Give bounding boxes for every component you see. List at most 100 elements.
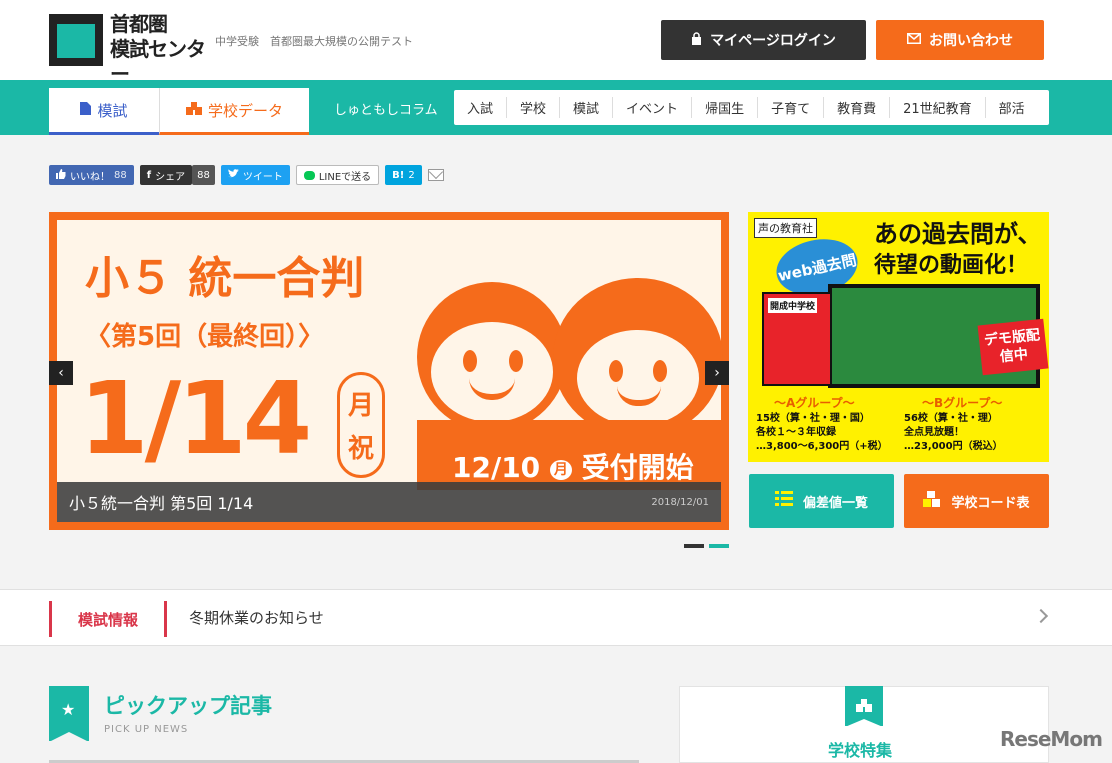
slider-dot-1[interactable] bbox=[684, 544, 704, 548]
ad-group-a-line3: …3,800～6,300円（+税） bbox=[756, 441, 888, 452]
facebook-like-button[interactable]: いいね！ 88 bbox=[49, 165, 134, 185]
boy-face-illustration bbox=[417, 282, 567, 432]
mypage-login-label: マイページログイン bbox=[710, 33, 836, 49]
hero-caption-date: 2018/12/01 bbox=[651, 496, 709, 508]
pickup-subtitle: PICK UP NEWS bbox=[104, 724, 189, 735]
list-icon bbox=[774, 491, 793, 511]
logo-line1: 首都圏 bbox=[110, 12, 168, 36]
hensachi-list-button[interactable]: 偏差値一覧 bbox=[749, 474, 894, 528]
hero-caption[interactable]: 小５統一合判 第5回 1/14 2018/12/01 bbox=[57, 482, 721, 522]
line-icon bbox=[303, 170, 315, 180]
logo-mark-inner bbox=[57, 24, 95, 58]
tweet-label: ツイート bbox=[242, 171, 283, 183]
slider-dot-2[interactable] bbox=[709, 544, 729, 548]
hero-slide[interactable]: 小５ 統一合判 〈第5回（最終回）〉 1/14 月 祝 12/10 月 受付開始… bbox=[49, 212, 729, 530]
ad-groups: ～Aグループ～ 15校（算・社・理・国） 各校１～３年収録 …3,800～6,3… bbox=[754, 394, 1044, 458]
hero-subtitle: 〈第5回（最終回）〉 bbox=[85, 322, 325, 352]
chevron-right-icon[interactable] bbox=[1033, 608, 1049, 624]
tweet-button[interactable]: ツイート bbox=[220, 165, 290, 185]
hero-caption-title: 小５統一合判 第5回 1/14 bbox=[69, 494, 254, 513]
girl-face-illustration bbox=[553, 278, 723, 438]
column-item-moshi[interactable]: 模試 bbox=[560, 97, 614, 118]
tab-moshi[interactable]: 模試 bbox=[49, 88, 159, 135]
news-ticker[interactable]: 模試情報 冬期休業のお知らせ bbox=[0, 589, 1112, 646]
school-code-label: 学校コード表 bbox=[951, 495, 1030, 511]
column-item-21st-education[interactable]: 21世紀教育 bbox=[890, 97, 986, 118]
reception-day: 月 bbox=[549, 460, 572, 480]
school-badge-icon bbox=[845, 686, 883, 727]
hero-reception: 12/10 月 受付開始 bbox=[452, 446, 694, 486]
tab-moshi-label: 模試 bbox=[97, 101, 128, 120]
line-label: LINEで送る bbox=[318, 171, 372, 183]
girl-left-eye bbox=[609, 360, 623, 382]
logo-mark[interactable] bbox=[49, 14, 103, 66]
column-item-bukatsu[interactable]: 部活 bbox=[986, 97, 1038, 118]
social-share-bar: いいね！ 88 f シェア 88 ツイート LINEで送る B! 2 bbox=[49, 165, 444, 185]
boy-right-eye bbox=[509, 350, 523, 372]
ad-group-b-line2: 全点見放題！ bbox=[904, 427, 964, 438]
main-nav: 模試 学校データ しゅともしコラム 入試 学校 模試 イベント 帰国生 子育て … bbox=[0, 80, 1112, 135]
column-menu: 入試 学校 模試 イベント 帰国生 子育て 教育費 21世紀教育 部活 bbox=[454, 90, 1049, 125]
hensachi-list-label: 偏差値一覧 bbox=[802, 495, 868, 511]
facebook-icon: f bbox=[146, 169, 152, 181]
pickup-title: ピックアップ記事 bbox=[104, 694, 272, 718]
tab-school-data[interactable]: 学校データ bbox=[159, 88, 309, 135]
column-label: しゅともしコラム bbox=[334, 103, 438, 118]
mypage-login-button[interactable]: マイページログイン bbox=[661, 20, 866, 60]
document-icon bbox=[80, 101, 92, 119]
ad-headline-2: 待望の動画化！ bbox=[874, 253, 1029, 278]
column-item-event[interactable]: イベント bbox=[613, 97, 693, 118]
girl-right-eye bbox=[653, 360, 667, 382]
lock-icon bbox=[691, 31, 702, 49]
hero-day-1: 月 bbox=[347, 391, 374, 421]
ad-group-b-line3: …23,000円（税込） bbox=[904, 441, 1003, 452]
ad-book-label: 開成中学校 bbox=[768, 298, 818, 313]
like-label: いいね！ bbox=[70, 171, 110, 183]
school-code-button[interactable]: 学校コード表 bbox=[904, 474, 1049, 528]
twitter-bird-icon bbox=[227, 169, 239, 181]
star-icon: ★ bbox=[61, 700, 76, 719]
share-label: シェア bbox=[155, 171, 186, 183]
logo-text[interactable]: 首都圏 模試センター bbox=[110, 12, 206, 87]
column-item-kikokusei[interactable]: 帰国生 bbox=[692, 97, 759, 118]
column-item-kyoikuhi[interactable]: 教育費 bbox=[824, 97, 891, 118]
thumbs-up-icon bbox=[56, 168, 66, 182]
column-item-kosodate[interactable]: 子育て bbox=[758, 97, 825, 118]
like-count: 88 bbox=[114, 169, 127, 181]
ad-group-a-title: ～Aグループ～ bbox=[774, 396, 855, 410]
slider-next-button[interactable]: › bbox=[705, 361, 729, 385]
line-send-button[interactable]: LINEで送る bbox=[295, 165, 380, 185]
advertisement-banner[interactable]: 声の教育社 web過去問 あの過去問が、 待望の動画化！ 開成中学校 デモ版配信… bbox=[748, 212, 1049, 462]
hero-date: 1/14 bbox=[79, 360, 312, 477]
share-count: 88 bbox=[192, 165, 215, 185]
ad-headline-1: あの過去問が、 bbox=[874, 220, 1042, 248]
tagline: 中学受験 首都圏最大規模の公開テスト bbox=[215, 35, 413, 48]
contact-button[interactable]: お問い合わせ bbox=[876, 20, 1044, 60]
resemom-watermark: ReseMom bbox=[1000, 727, 1103, 751]
hatena-bookmark-button[interactable]: B! 2 bbox=[385, 165, 422, 185]
star-badge-icon: ★ bbox=[49, 686, 89, 742]
site-header: 首都圏 模試センター 中学受験 首都圏最大規模の公開テスト マイページログイン … bbox=[0, 0, 1112, 86]
slider-pagination bbox=[684, 544, 729, 548]
news-headline[interactable]: 冬期休業のお知らせ bbox=[189, 607, 324, 628]
hatena-label: B! bbox=[392, 169, 405, 181]
reception-text: 受付開始 bbox=[581, 451, 694, 484]
column-item-gakko[interactable]: 学校 bbox=[507, 97, 561, 118]
hero-banner: 小５ 統一合判 〈第5回（最終回）〉 1/14 月 祝 12/10 月 受付開始 bbox=[57, 220, 723, 522]
facebook-share-button[interactable]: f シェア bbox=[139, 165, 193, 185]
boy-left-eye bbox=[463, 350, 477, 372]
boy-face-inner bbox=[431, 322, 553, 422]
ad-group-b-title: ～Bグループ～ bbox=[922, 396, 1003, 410]
news-category-label: 模試情報 bbox=[49, 601, 167, 637]
slider-prev-button[interactable]: ‹ bbox=[49, 361, 73, 385]
hero-day-badge: 月 祝 bbox=[337, 372, 385, 478]
envelope-icon bbox=[907, 32, 921, 48]
mail-icon[interactable] bbox=[427, 169, 444, 181]
girl-face-inner bbox=[577, 330, 699, 426]
contact-label: お問い合わせ bbox=[929, 33, 1013, 49]
hero-title: 小５ 統一合判 bbox=[85, 253, 365, 304]
column-item-nyushi[interactable]: 入試 bbox=[454, 97, 508, 118]
blocks-icon bbox=[923, 491, 941, 511]
ad-publisher: 声の教育社 bbox=[754, 218, 817, 238]
ad-headline: あの過去問が、 待望の動画化！ bbox=[874, 218, 1042, 282]
